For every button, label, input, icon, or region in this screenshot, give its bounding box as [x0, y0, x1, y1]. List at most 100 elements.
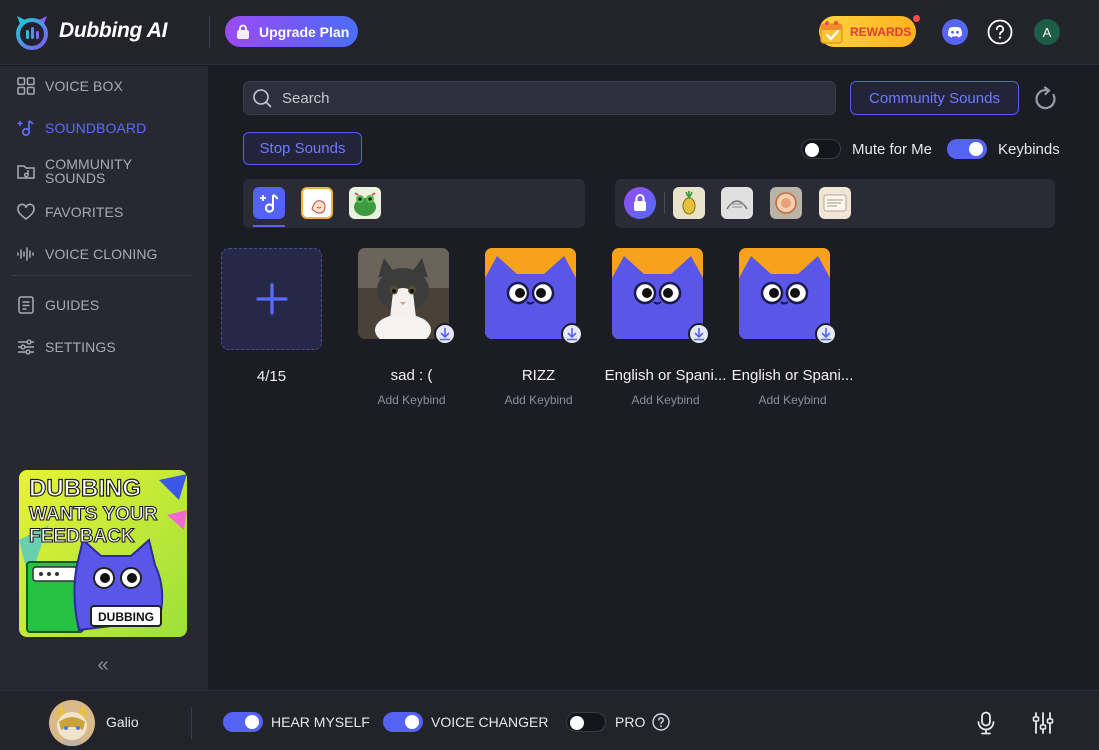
add-keybind-link[interactable]: Add Keybind — [729, 393, 856, 407]
music-note-plus-icon — [17, 120, 34, 137]
badge-thumbnail-icon — [775, 192, 797, 214]
discord-icon[interactable] — [942, 19, 968, 45]
rewards-label: REWARDS — [850, 24, 912, 39]
sound-category-tabs — [243, 179, 585, 228]
dubbing-logo-icon — [16, 16, 48, 50]
search-placeholder: Search — [282, 89, 330, 107]
add-sound-button[interactable] — [221, 248, 322, 350]
banner-line-1: DUBBING — [29, 475, 141, 502]
download-icon[interactable] — [688, 323, 710, 345]
refresh-icon[interactable] — [1033, 86, 1059, 112]
sidebar-item-label: VOICE CLONING — [45, 246, 158, 262]
lock-icon — [634, 194, 646, 211]
help-icon[interactable] — [987, 19, 1013, 45]
divider — [664, 192, 665, 214]
sticker-thumbnail-icon — [311, 200, 326, 214]
collapse-sidebar-button[interactable]: « — [92, 654, 114, 676]
download-icon[interactable] — [434, 323, 456, 345]
toggle-knob — [405, 715, 419, 729]
search-input[interactable]: Search — [243, 81, 836, 115]
galio-avatar-image — [49, 700, 95, 746]
sidebar-item-favorites[interactable]: FAVORITES — [0, 202, 208, 222]
sidebar-item-soundboard[interactable]: SOUNDBOARD — [0, 118, 208, 138]
user-avatar[interactable] — [49, 700, 95, 746]
toggle-knob — [570, 716, 584, 730]
sidebar-item-label: GUIDES — [45, 297, 100, 313]
account-avatar[interactable]: A — [1034, 19, 1060, 45]
add-keybind-link[interactable]: Add Keybind — [475, 393, 602, 407]
toggle-knob — [245, 715, 259, 729]
rewards-button[interactable]: REWARDS — [819, 16, 916, 47]
upgrade-plan-label: Upgrade Plan — [259, 23, 350, 40]
pineapple-thumbnail-icon — [682, 191, 696, 215]
voice-changer-toggle[interactable] — [383, 712, 423, 732]
sidebar-item-voice-cloning[interactable]: VOICE CLONING — [0, 244, 208, 264]
sound-card[interactable]: English or Spani... Add Keybind — [602, 248, 729, 418]
sidebar-item-community-sounds[interactable]: COMMUNITY SOUNDS — [0, 157, 208, 185]
upgrade-plan-button[interactable]: Upgrade Plan — [225, 16, 358, 47]
active-tab-indicator — [253, 225, 285, 227]
stop-sounds-button[interactable]: Stop Sounds — [243, 132, 362, 165]
tab-sticker-pack-1[interactable] — [301, 187, 333, 219]
microphone-icon[interactable] — [975, 711, 997, 735]
document-icon — [18, 296, 34, 314]
sound-card[interactable]: sad : ( Add Keybind — [348, 248, 475, 418]
divider — [209, 16, 210, 48]
lock-icon — [237, 24, 249, 39]
plus-icon — [256, 283, 288, 315]
brand-name: Dubbing AI — [59, 19, 168, 42]
sound-name: RIZZ — [521, 367, 556, 384]
keybinds-label: Keybinds — [998, 141, 1060, 158]
hear-myself-toggle[interactable] — [223, 712, 263, 732]
sidebar-item-label: SETTINGS — [45, 339, 116, 355]
waveform-icon — [17, 247, 34, 261]
download-icon[interactable] — [815, 323, 837, 345]
tab-premium-pack-4[interactable] — [819, 187, 851, 219]
sound-name: sad : ( — [390, 367, 433, 384]
sidebar: VOICE BOX SOUNDBOARD COMMUNITY SOUNDS FA… — [0, 66, 208, 690]
community-sounds-button[interactable]: Community Sounds — [850, 81, 1019, 115]
premium-sound-tabs — [615, 179, 1055, 228]
keybinds-toggle[interactable] — [947, 139, 987, 159]
sidebar-item-label: SOUNDBOARD — [45, 120, 147, 136]
add-keybind-link[interactable]: Add Keybind — [348, 393, 475, 407]
tab-premium-locked[interactable] — [624, 187, 656, 219]
grid-icon — [17, 77, 35, 95]
tab-premium-pack-2[interactable] — [721, 187, 753, 219]
hear-myself-label: HEAR MYSELF — [271, 714, 370, 730]
sound-count: 4/15 — [256, 368, 287, 385]
feedback-banner[interactable]: DUBBING DUBBING WANTS YOUR FEEDBACK — [19, 470, 187, 637]
help-icon[interactable] — [652, 713, 670, 731]
sidebar-item-voice-box[interactable]: VOICE BOX — [0, 76, 208, 96]
heart-icon — [17, 203, 35, 221]
tab-premium-pack-3[interactable] — [770, 187, 802, 219]
tab-premium-pack-1[interactable] — [673, 187, 705, 219]
sound-name: English or Spani... — [731, 367, 854, 384]
sound-name: English or Spani... — [604, 367, 727, 384]
mute-for-me-toggle[interactable] — [801, 139, 841, 159]
mute-for-me-label: Mute for Me — [852, 141, 933, 158]
pro-label: PRO — [615, 714, 646, 730]
music-note-plus-icon — [260, 194, 279, 213]
divider — [12, 275, 193, 276]
toggle-knob — [969, 142, 983, 156]
sound-card[interactable]: English or Spani... Add Keybind — [729, 248, 856, 418]
sidebar-item-guides[interactable]: GUIDES — [0, 295, 208, 315]
user-name: Galio — [106, 714, 139, 730]
sound-card[interactable]: RIZZ Add Keybind — [475, 248, 602, 418]
toggle-knob — [805, 143, 819, 157]
banner-line-2: WANTS YOUR — [29, 504, 158, 525]
mixer-icon[interactable] — [1032, 711, 1054, 735]
gift-calendar-icon — [820, 21, 843, 44]
add-keybind-link[interactable]: Add Keybind — [602, 393, 729, 407]
sidebar-item-settings[interactable]: SETTINGS — [0, 337, 208, 357]
pro-toggle[interactable] — [566, 712, 606, 732]
banner-badge-text: DUBBING — [98, 610, 154, 624]
folder-music-icon — [17, 165, 35, 179]
download-icon[interactable] — [561, 323, 583, 345]
sidebar-item-label: COMMUNITY SOUNDS — [45, 156, 132, 186]
search-icon — [253, 89, 272, 108]
tab-sticker-pack-2[interactable] — [349, 187, 381, 219]
divider — [191, 707, 192, 739]
tab-my-sounds[interactable] — [253, 187, 285, 219]
